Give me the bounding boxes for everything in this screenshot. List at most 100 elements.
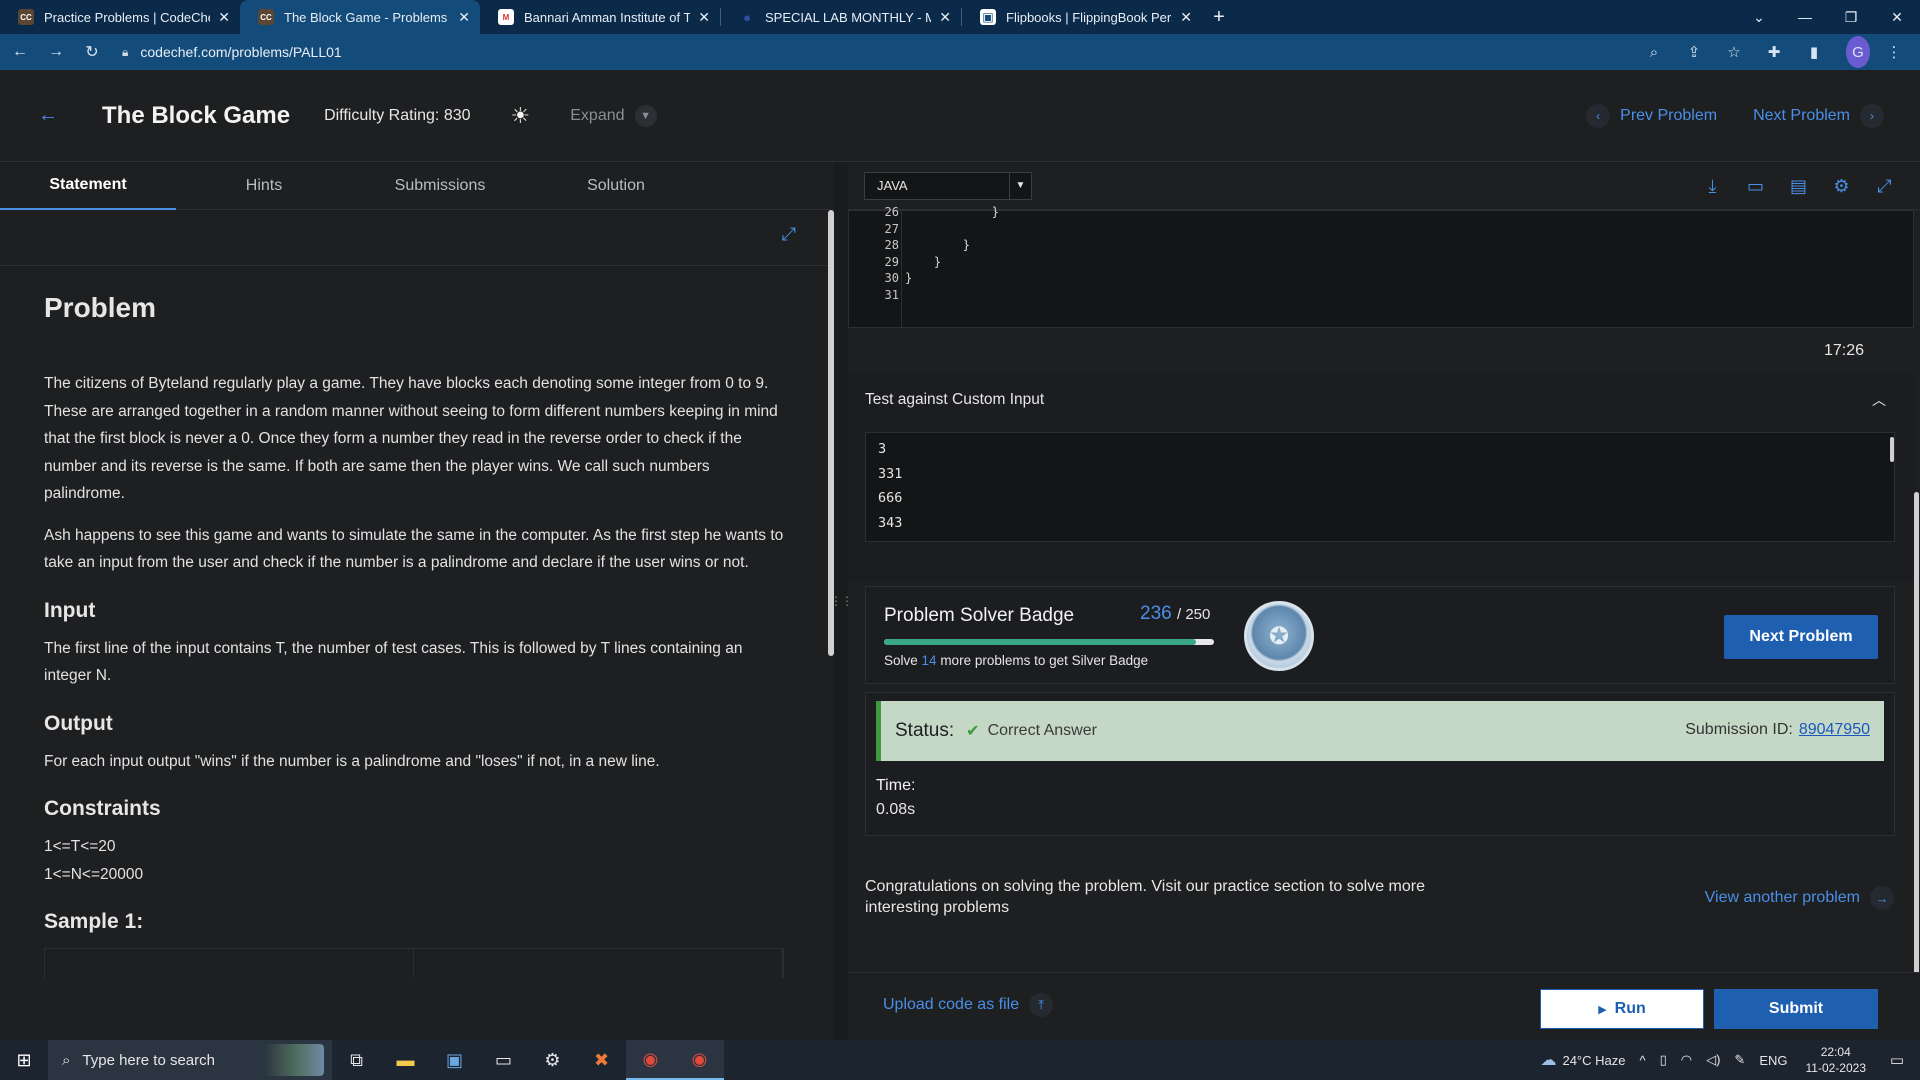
tab-statement[interactable]: Statement [0, 162, 176, 210]
chevron-left-icon[interactable]: ‹ [1586, 104, 1611, 128]
view-another-problem-link[interactable]: View another problem → [1705, 886, 1894, 910]
badge-note-count: 14 [921, 653, 937, 668]
time-label: Time: [876, 777, 916, 794]
browser-menu-icon[interactable]: ⋮ [1878, 36, 1910, 68]
theme-toggle-sun-icon[interactable]: ☀ [511, 103, 531, 129]
run-label: Run [1614, 1000, 1646, 1017]
chrome-icon[interactable]: ◉ [675, 1040, 724, 1080]
close-tab-icon[interactable]: ✕ [458, 9, 470, 26]
comment-icon[interactable]: ▭ [1734, 176, 1777, 197]
prev-problem-link[interactable]: Prev Problem [1620, 107, 1717, 125]
back-arrow-icon[interactable]: ← [4, 36, 36, 68]
constraints-heading: Constraints [44, 797, 161, 820]
language-indicator[interactable]: ENG [1759, 1053, 1787, 1068]
submit-button[interactable]: Submit [1714, 989, 1878, 1029]
upload-code-link[interactable]: Upload code as file ⤒ [883, 993, 1054, 1017]
close-tab-icon[interactable]: ✕ [218, 9, 230, 26]
wifi-icon[interactable]: ◠ [1681, 1052, 1692, 1068]
problem-heading: Problem [44, 292, 157, 323]
language-select[interactable]: JAVA ▼ [864, 171, 1032, 200]
share-icon[interactable]: ⇪ [1678, 36, 1710, 68]
chevron-up-icon[interactable]: ^ [1639, 1053, 1645, 1068]
tab-solution[interactable]: Solution [528, 162, 704, 210]
notification-icon[interactable]: ▭ [1874, 1040, 1920, 1080]
tab-hints[interactable]: Hints [176, 162, 352, 210]
close-window-button[interactable]: ✕ [1874, 0, 1920, 34]
browser-tab-special-lab[interactable]: ● SPECIAL LAB MONTHLY - MAGA ✕ [721, 0, 961, 34]
settings-gear-icon[interactable]: ⚙ [528, 1040, 577, 1080]
zoom-icon[interactable]: ⌕ [1638, 36, 1670, 68]
line-number-gutter: 26 27 28 29 30 31 [863, 205, 899, 323]
submission-id-link[interactable]: 89047950 [1799, 721, 1870, 738]
back-arrow-icon[interactable]: ← [38, 104, 58, 127]
submission-id-label: Submission ID: [1685, 721, 1793, 738]
app-icon[interactable]: ▣ [430, 1040, 479, 1080]
editor-panel: JAVA ▼ ⤓ ▭ ▤ ⚙ ⤢ 26 27 28 29 30 31 } }}… [848, 162, 1920, 1040]
browser-tab-bannari[interactable]: M Bannari Amman Institute of Tech ✕ [480, 0, 720, 34]
run-button[interactable]: ▶ Run [1540, 989, 1704, 1029]
url-text: codechef.com/problems/PALL01 [140, 44, 342, 60]
submission-id: Submission ID: 89047950 [1685, 721, 1870, 739]
extensions-puzzle-icon[interactable]: ✚ [1758, 36, 1790, 68]
browser-tab-flipbooks[interactable]: ▣ Flipbooks | FlippingBook Persona ✕ [962, 0, 1202, 34]
battery-icon[interactable]: ▯ [1660, 1052, 1667, 1068]
panel-resize-handle[interactable]: ⋮⋮ [830, 162, 853, 1040]
task-view-icon[interactable]: ⧉ [332, 1040, 381, 1080]
minimize-button[interactable]: — [1782, 0, 1828, 34]
bookmark-star-icon[interactable]: ☆ [1718, 36, 1750, 68]
next-problem-link[interactable]: Next Problem [1753, 107, 1850, 125]
tab-search-chevron-icon[interactable]: ⌄ [1736, 0, 1782, 34]
weather-text[interactable]: 24°C Haze [1562, 1053, 1625, 1068]
side-panel-icon[interactable]: ▮ [1798, 36, 1830, 68]
expand-toggle[interactable]: Expand ▼ [570, 104, 657, 127]
tab-title: Flipbooks | FlippingBook Persona [1006, 9, 1172, 25]
forward-arrow-icon[interactable]: → [40, 36, 72, 68]
badge-total: / 250 [1176, 606, 1211, 623]
weather-icon[interactable]: ☁ [1540, 1050, 1556, 1070]
pen-icon[interactable]: ✎ [1734, 1052, 1745, 1068]
reload-icon[interactable]: ↻ [76, 36, 108, 68]
url-input[interactable]: 🔒︎ codechef.com/problems/PALL01 [122, 38, 1630, 66]
custom-input-textarea[interactable]: 3 331 666 343 [865, 432, 1895, 542]
congrats-message: Congratulations on solving the problem. … [865, 878, 1425, 916]
close-tab-icon[interactable]: ✕ [1180, 9, 1192, 26]
chrome-icon[interactable]: ◉ [626, 1040, 675, 1080]
next-problem-button[interactable]: Next Problem [1724, 615, 1878, 659]
fullscreen-expand-icon[interactable]: ⤢ [782, 224, 796, 245]
tab-submissions[interactable]: Submissions [352, 162, 528, 210]
taskbar-search-input[interactable]: ⌕ Type here to search [48, 1040, 332, 1080]
right-panel-scrollbar[interactable] [1914, 492, 1919, 1032]
windows-start-icon[interactable]: ⊞ [0, 1040, 48, 1080]
badge-score: 236 / 250 [1140, 603, 1210, 625]
download-icon[interactable]: ⤓ [1691, 176, 1734, 197]
chevron-right-icon[interactable]: › [1860, 104, 1884, 128]
chevron-up-icon[interactable]: ︿ [1872, 390, 1886, 410]
volume-icon[interactable]: ◁) [1706, 1052, 1720, 1068]
settings-gear-icon[interactable]: ⚙ [1820, 176, 1863, 197]
line-number: 26 [884, 205, 899, 219]
code-line: } [905, 205, 999, 219]
xampp-icon[interactable]: ✖ [577, 1040, 626, 1080]
close-tab-icon[interactable]: ✕ [939, 9, 951, 26]
clock[interactable]: 22:04 11-02-2023 [1806, 1044, 1867, 1076]
badge-note-suffix: more problems to get Silver Badge [936, 653, 1149, 668]
restore-button[interactable]: ❐ [1828, 0, 1874, 34]
profile-avatar[interactable]: G [1838, 36, 1870, 68]
line-number: 30 [884, 271, 899, 285]
file-explorer-icon[interactable]: ▬ [381, 1040, 430, 1080]
terminal-icon[interactable]: ▭ [479, 1040, 528, 1080]
custom-input-header[interactable]: Test against Custom Input ︿ [848, 372, 1914, 428]
browser-tab-block-game[interactable]: CC The Block Game - Problems | Coc ✕ [240, 0, 480, 34]
close-tab-icon[interactable]: ✕ [698, 9, 710, 26]
problem-header: ← The Block Game Difficulty Rating: 830 … [0, 70, 1920, 162]
page-title: The Block Game [102, 101, 291, 129]
lock-icon[interactable]: 🔒︎ [122, 45, 128, 60]
window-controls: ⌄ — ❐ ✕ [1736, 0, 1920, 34]
fullscreen-icon[interactable]: ⤢ [1863, 176, 1906, 197]
save-icon[interactable]: ▤ [1777, 176, 1820, 197]
input-scrollbar[interactable] [1890, 437, 1894, 462]
code-editor[interactable]: 26 27 28 29 30 31 } } } } [848, 205, 1914, 328]
browser-tab-practice-problems[interactable]: CC Practice Problems | CodeChef ✕ [0, 0, 240, 34]
expand-label: Expand [570, 106, 625, 124]
new-tab-button[interactable]: + [1202, 0, 1236, 34]
